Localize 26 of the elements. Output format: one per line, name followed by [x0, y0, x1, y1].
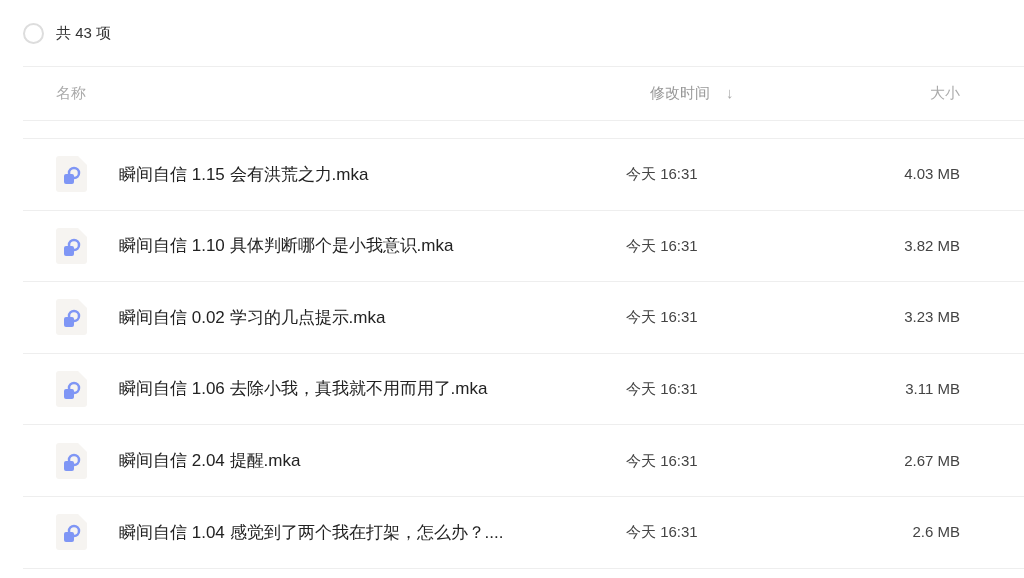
modified-time: 今天 16:31 — [626, 523, 698, 541]
item-count: 共 43 项 — [56, 22, 112, 43]
audio-file-icon — [56, 514, 87, 551]
modified-time: 今天 16:31 — [626, 236, 698, 254]
modified-time: 今天 16:31 — [626, 165, 698, 183]
modified-time: 今天 16:31 — [626, 380, 698, 398]
file-name[interactable]: 瞬间自信 1.06 去除小我，真我就不用而用了.mka — [119, 376, 488, 402]
file-name[interactable]: 瞬间自信 1.15 会有洪荒之力.mka — [119, 161, 369, 188]
audio-file-icon — [56, 299, 87, 336]
file-name[interactable]: 瞬间自信 0.02 学习的几点提示.mka — [119, 304, 386, 331]
file-size: 2.67 MB — [904, 451, 960, 469]
file-size: 2.6 MB — [912, 523, 960, 541]
modified-time: 今天 16:31 — [626, 308, 698, 326]
audio-file-icon — [56, 371, 87, 408]
file-name[interactable]: 瞬间自信 2.04 提醒.mka — [119, 447, 301, 474]
file-size: 3.82 MB — [904, 236, 960, 254]
audio-file-icon — [56, 156, 87, 193]
file-name[interactable]: 瞬间自信 1.10 具体判断哪个是小我意识.mka — [119, 233, 454, 259]
modified-time: 今天 16:31 — [626, 451, 698, 469]
select-all-checkbox[interactable] — [23, 22, 44, 44]
file-name[interactable]: 瞬间自信 1.04 感觉到了两个我在打架，怎么办？.... — [119, 519, 504, 545]
file-size: 3.23 MB — [904, 308, 960, 326]
audio-file-icon — [56, 227, 87, 264]
file-size: 4.03 MB — [904, 165, 960, 183]
file-size: 3.11 MB — [905, 380, 960, 398]
audio-file-icon — [56, 442, 87, 479]
